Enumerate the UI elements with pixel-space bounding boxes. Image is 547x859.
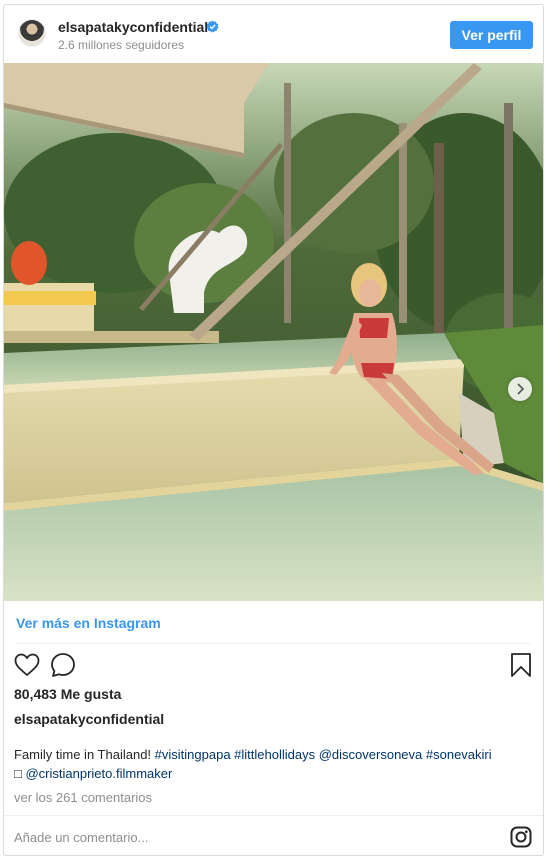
followers-count: 2.6 millones seguidores: [58, 38, 185, 52]
hashtag-link[interactable]: #littlehollidays: [234, 747, 315, 762]
view-profile-button[interactable]: Ver perfil: [450, 21, 533, 49]
post-photo[interactable]: [4, 63, 543, 601]
post-author[interactable]: elsapatakyconfidential: [14, 711, 164, 727]
add-comment-input[interactable]: Añade un comentario...: [14, 830, 148, 845]
bookmark-icon[interactable]: [510, 652, 532, 678]
mention-link[interactable]: @discoversoneva: [319, 747, 423, 762]
post-header: elsapatakyconfidential 2.6 millones segu…: [4, 5, 543, 63]
verified-icon: [206, 20, 219, 33]
instagram-embed-card: elsapatakyconfidential 2.6 millones segu…: [3, 4, 544, 856]
view-comments-link[interactable]: ver los 261 comentarios: [14, 790, 152, 805]
post-caption: Family time in Thailand! #visitingpapa #…: [14, 745, 534, 783]
heart-icon[interactable]: [14, 653, 40, 677]
hashtag-link[interactable]: #sonevakiri: [426, 747, 492, 762]
hashtag-link[interactable]: #visitingpapa: [155, 747, 231, 762]
mention-link[interactable]: @cristianprieto.filmmaker: [25, 766, 172, 781]
divider: [16, 643, 531, 644]
view-more-on-instagram-link[interactable]: Ver más en Instagram: [16, 615, 161, 631]
username[interactable]: elsapatakyconfidential: [58, 19, 208, 35]
instagram-icon[interactable]: [510, 826, 532, 848]
divider: [4, 815, 543, 816]
pool-scene-image: [4, 63, 543, 601]
emoji-placeholder: □: [14, 766, 26, 781]
likes-count[interactable]: 80,483 Me gusta: [14, 686, 121, 702]
chevron-right-icon: [517, 383, 525, 395]
avatar[interactable]: [18, 19, 46, 47]
next-image-button[interactable]: [508, 377, 532, 401]
caption-text: Family time in Thailand!: [14, 747, 155, 762]
comment-icon[interactable]: [50, 652, 76, 678]
